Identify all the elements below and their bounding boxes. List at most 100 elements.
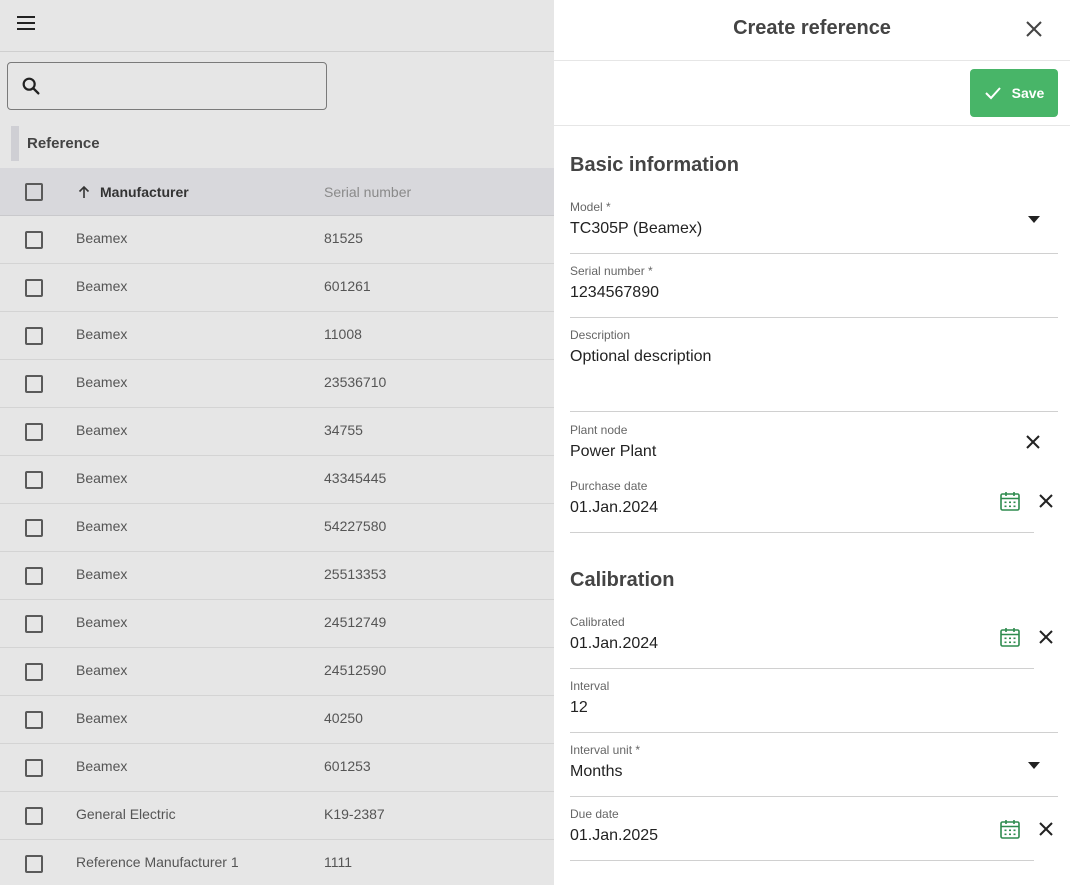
row-checkbox[interactable] [25,375,43,393]
cell-manufacturer: Reference Manufacturer 1 [76,854,239,870]
cell-serial-number: 81525 [324,230,363,246]
cell-serial-number: 54227580 [324,518,387,534]
interval-label: Interval [570,679,610,693]
cell-manufacturer: Beamex [76,518,128,534]
row-checkbox[interactable] [25,567,43,585]
cell-manufacturer: Beamex [76,470,128,486]
clear-icon[interactable] [1037,820,1055,838]
model-label: Model * [570,200,611,214]
cell-serial-number: 34755 [324,422,363,438]
cell-serial-number: 601253 [324,758,371,774]
description-label: Description [570,328,631,342]
description-field[interactable]: Description Optional description [570,328,1058,412]
cell-serial-number: 43345445 [324,470,387,486]
drawer-header: Create reference [554,0,1070,61]
cell-serial-number: 1111 [324,854,353,870]
chevron-down-icon[interactable] [1028,762,1040,769]
reference-list-page: Reference Manufacturer Serial number Bea… [0,0,554,885]
clear-icon[interactable] [1024,433,1042,451]
cell-manufacturer: Beamex [76,662,128,678]
table-row[interactable]: General Electric K19-2387 [0,792,554,840]
close-icon[interactable] [1022,17,1046,41]
chevron-down-icon[interactable] [1028,216,1040,223]
table-row[interactable]: Beamex 25513353 [0,552,554,600]
column-header-serial-number[interactable]: Serial number [324,184,411,200]
table-row[interactable]: Beamex 601253 [0,744,554,792]
calibrated-label: Calibrated [570,615,625,629]
row-checkbox[interactable] [25,663,43,681]
cell-manufacturer: Beamex [76,422,128,438]
table-row[interactable]: Beamex 11008 [0,312,554,360]
purchase-date-field[interactable]: Purchase date 01.Jan.2024 [570,479,1034,533]
cell-serial-number: 40250 [324,710,363,726]
search-input[interactable] [52,69,318,103]
due-date-label: Due date [570,807,619,821]
cell-manufacturer: Beamex [76,710,128,726]
search-box [7,62,327,110]
check-icon [984,87,1001,100]
table-row[interactable]: Beamex 24512590 [0,648,554,696]
model-select[interactable]: Model * TC305P (Beamex) [570,200,1058,254]
model-value: TC305P (Beamex) [570,220,703,237]
due-date-value: 01.Jan.2025 [570,827,659,844]
row-checkbox[interactable] [25,519,43,537]
table-row[interactable]: Beamex 34755 [0,408,554,456]
calibrated-date-field[interactable]: Calibrated 01.Jan.2024 [570,615,1034,669]
cell-manufacturer: Beamex [76,758,128,774]
table-row[interactable]: Beamex 601261 [0,264,554,312]
menu-icon[interactable] [14,12,38,36]
calendar-icon[interactable] [999,490,1021,512]
drawer-title: Create reference [733,17,891,39]
cell-manufacturer: Beamex [76,566,128,582]
search-icon [22,77,40,95]
clear-icon[interactable] [1037,492,1055,510]
cell-manufacturer: Beamex [76,230,128,246]
plant-node-value: Power Plant [570,443,657,460]
table-row[interactable]: Reference Manufacturer 1 1111 [0,840,554,885]
save-button[interactable]: Save [970,69,1058,117]
grid-header: Manufacturer Serial number [0,168,554,216]
table-row[interactable]: Beamex 40250 [0,696,554,744]
row-checkbox[interactable] [25,855,43,873]
interval-field[interactable]: Interval 12 [570,679,1058,733]
grid-rows: Beamex 81525 Beamex 601261 Beamex 11008 Beamex… [0,216,554,885]
table-row[interactable]: Beamex 24512749 [0,600,554,648]
serial-number-field[interactable]: Serial number * 1234567890 [570,264,1058,318]
row-checkbox[interactable] [25,615,43,633]
due-date-field[interactable]: Due date 01.Jan.2025 [570,807,1034,861]
interval-unit-label: Interval unit * [570,743,641,757]
cell-serial-number: 601261 [324,278,371,294]
interval-unit-value: Months [570,763,623,780]
calendar-icon[interactable] [999,818,1021,840]
row-checkbox[interactable] [25,279,43,297]
clear-icon[interactable] [1037,628,1055,646]
row-checkbox[interactable] [25,423,43,441]
table-row[interactable]: Beamex 54227580 [0,504,554,552]
serial-number-label: Serial number * [570,264,653,278]
interval-unit-select[interactable]: Interval unit * Months [570,743,1058,797]
save-button-label: Save [1011,85,1045,101]
cell-serial-number: 24512749 [324,614,387,630]
select-all-checkbox[interactable] [25,183,43,201]
cell-serial-number: K19-2387 [324,806,385,822]
serial-number-value: 1234567890 [570,284,659,301]
row-checkbox[interactable] [25,327,43,345]
table-row[interactable]: Beamex 81525 [0,216,554,264]
plant-node-field[interactable]: Plant node Power Plant [570,423,1058,465]
row-checkbox[interactable] [25,231,43,249]
row-checkbox[interactable] [25,807,43,825]
table-row[interactable]: Beamex 23536710 [0,360,554,408]
row-checkbox[interactable] [25,471,43,489]
row-checkbox[interactable] [25,711,43,729]
top-bar [0,0,554,52]
interval-value: 12 [570,699,588,716]
column-header-manufacturer[interactable]: Manufacturer [100,184,189,200]
cell-manufacturer: Beamex [76,374,128,390]
cell-serial-number: 24512590 [324,662,387,678]
purchase-date-value: 01.Jan.2024 [570,499,659,516]
section-indicator [11,126,19,161]
table-row[interactable]: Beamex 43345445 [0,456,554,504]
sort-arrow-up-icon[interactable] [77,184,91,200]
calendar-icon[interactable] [999,626,1021,648]
row-checkbox[interactable] [25,759,43,777]
